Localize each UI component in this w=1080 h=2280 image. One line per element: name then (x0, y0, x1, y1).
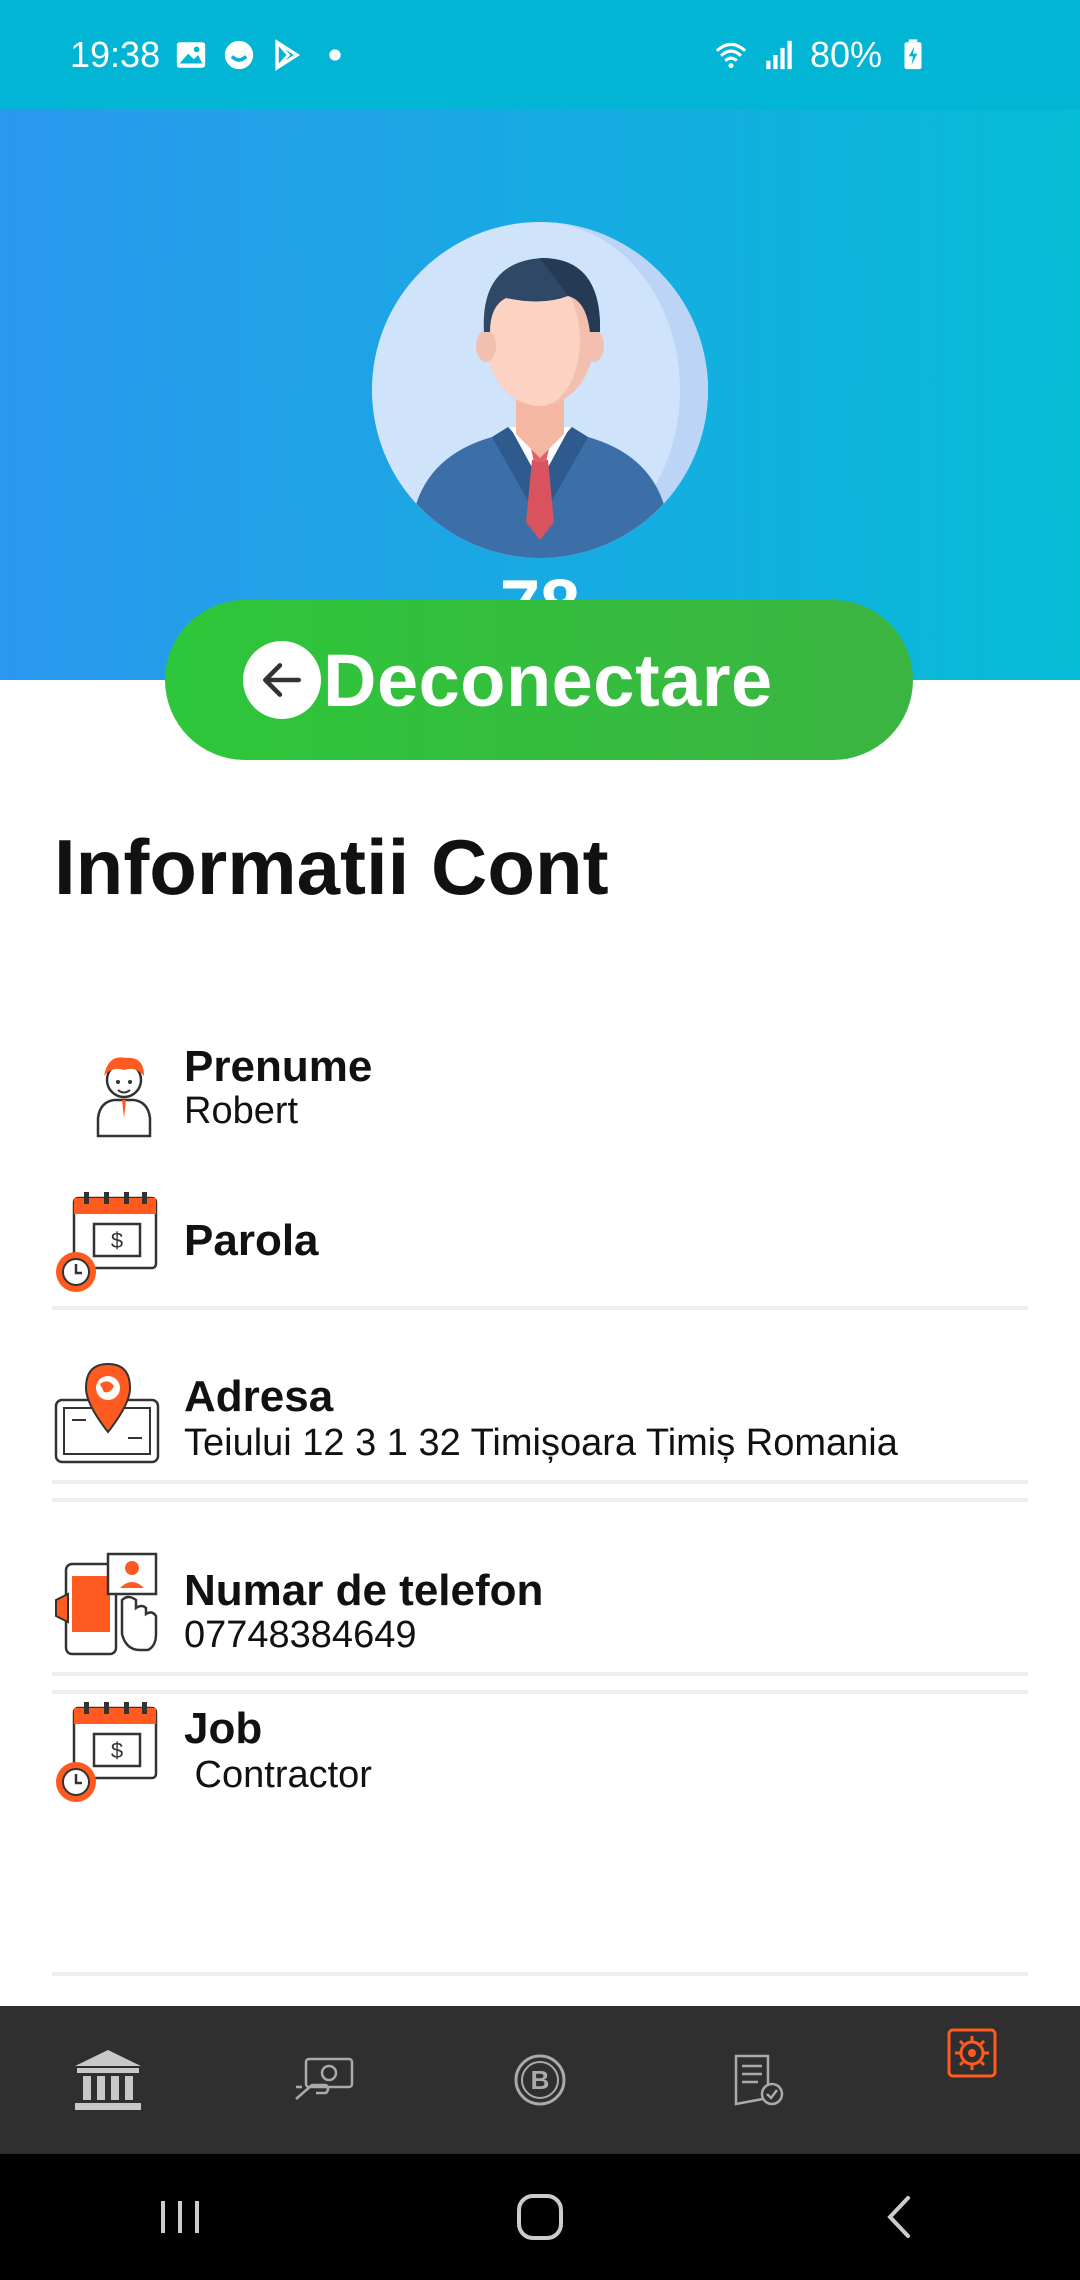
divider (52, 1672, 1028, 1676)
field-label: Adresa (184, 1372, 334, 1421)
status-bar: 19:38 80% (0, 0, 1080, 110)
divider (52, 1480, 1028, 1484)
recents-icon (161, 2201, 199, 2233)
field-label: Numar de telefon (184, 1566, 544, 1615)
field-value: Robert (184, 1090, 299, 1132)
play-store-icon (275, 39, 301, 71)
nav-transfers[interactable] (264, 2020, 384, 2140)
chat-icon (224, 40, 254, 70)
profile-header: 78 (0, 110, 1080, 680)
field-label: Job (184, 1704, 263, 1753)
back-button[interactable] (840, 2167, 960, 2267)
receipt-icon (734, 2054, 784, 2106)
bitcoin-icon: B (514, 2054, 566, 2106)
battery-icon (904, 39, 922, 70)
money-transfer-icon (295, 2057, 354, 2100)
nav-receipts[interactable] (696, 2020, 816, 2140)
wifi-icon (715, 42, 747, 69)
field-label: Parola (184, 1216, 319, 1265)
field-label: Prenume (184, 1042, 373, 1091)
field-value: 07748384649 (184, 1614, 417, 1656)
gallery-icon (176, 42, 206, 68)
field-address[interactable]: Adresa Teiului 12 3 1 32 Timișoara Timiș… (52, 1356, 1028, 1476)
status-left: 19:38 (70, 34, 352, 76)
nav-settings-active[interactable] (912, 2020, 1032, 2140)
bank-icon (75, 2050, 141, 2110)
svg-text:B: B (531, 2065, 550, 2095)
calendar-dollar-icon: $ (56, 1192, 158, 1292)
svg-text:$: $ (111, 1228, 123, 1253)
avatar[interactable] (372, 222, 708, 558)
field-password[interactable]: $ Parola (52, 1180, 1028, 1300)
status-right: 80% (714, 34, 930, 76)
status-time: 19:38 (70, 34, 161, 75)
field-value: Contractor (184, 1754, 372, 1796)
recents-button[interactable] (120, 2167, 240, 2267)
field-phone[interactable]: Numar de telefon 07748384649 (52, 1550, 1028, 1670)
field-value: Teiului 12 3 1 32 Timișoara Timiș Romani… (184, 1422, 898, 1464)
divider (52, 1690, 1028, 1694)
divider (52, 1498, 1028, 1502)
location-map-icon (54, 1362, 160, 1464)
battery-percent: 80% (809, 34, 882, 75)
field-first-name[interactable]: Prenume Robert (52, 1030, 1028, 1160)
settings-icon (947, 2028, 997, 2078)
arrow-left-circle-icon (243, 641, 321, 719)
home-button[interactable] (480, 2167, 600, 2267)
section-title: Informatii Cont (54, 823, 609, 911)
home-icon (517, 2194, 563, 2240)
divider (52, 1306, 1028, 1310)
logout-label: Deconectare (323, 638, 773, 722)
dot-icon (329, 49, 341, 61)
signal-icon (766, 40, 792, 70)
nav-bitcoin[interactable]: B (480, 2020, 600, 2140)
calendar-dollar-icon: $ (56, 1702, 158, 1802)
nav-bank[interactable] (48, 2020, 168, 2140)
person-icon (96, 1057, 152, 1138)
field-job[interactable]: $ Job Contractor (52, 1696, 1028, 1816)
divider (52, 1972, 1028, 1976)
system-navigation (0, 2154, 1080, 2280)
businessman-avatar-icon (372, 222, 708, 558)
logout-button[interactable]: Deconectare (165, 600, 913, 760)
svg-text:$: $ (111, 1738, 123, 1763)
back-chevron-icon (887, 2196, 910, 2238)
phone-contact-icon (55, 1552, 158, 1656)
bottom-navigation: B (0, 2006, 1080, 2154)
